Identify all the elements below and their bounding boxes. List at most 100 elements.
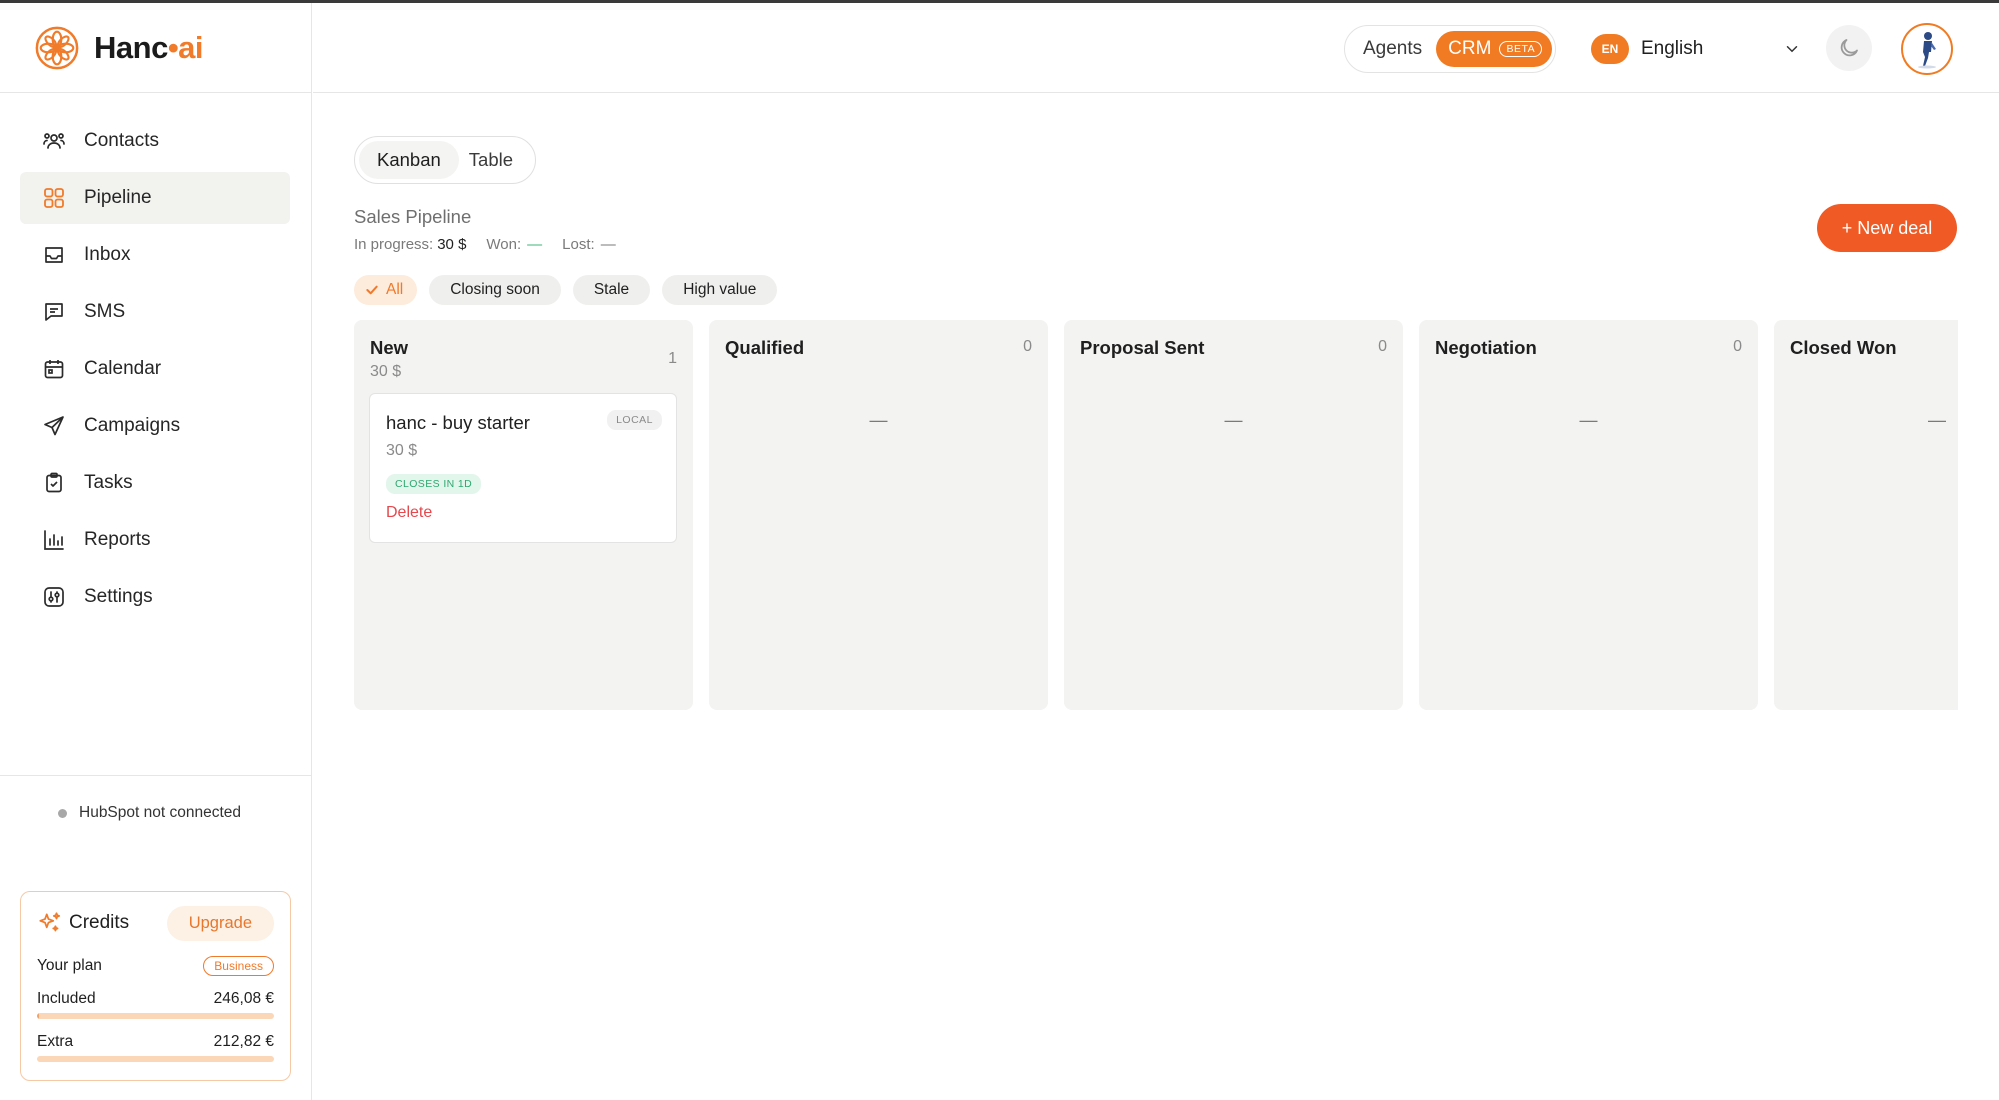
sidebar-item-settings[interactable]: Settings (20, 571, 290, 623)
included-progress-fill (37, 1013, 40, 1019)
included-label: Included (37, 990, 96, 1007)
sidebar: Hanc•ai Contacts Pipeline Inbox SMS Cale… (0, 3, 312, 1100)
hubspot-status-text: HubSpot not connected (79, 804, 242, 821)
column-title: New (370, 337, 409, 358)
brand-name: Hanc•ai (94, 29, 204, 65)
pipeline-stats: In progress: 30 $ Won: — Lost: — (354, 236, 616, 253)
lost-label: Lost: (562, 236, 595, 253)
won-value: — (527, 236, 543, 253)
lost-value: — (600, 236, 616, 253)
column-empty: — (1579, 410, 1598, 430)
column-count: 0 (1023, 338, 1032, 355)
sidebar-item-label: Inbox (84, 244, 131, 265)
tab-table[interactable]: Table (459, 141, 531, 179)
user-avatar[interactable] (1901, 23, 1953, 75)
sidebar-item-label: SMS (84, 301, 126, 322)
column-empty: — (1224, 410, 1243, 430)
filter-all[interactable]: All (354, 275, 418, 305)
column-count: 0 (1378, 338, 1387, 355)
sidebar-item-label: Reports (84, 529, 151, 550)
sidebar-item-label: Contacts (84, 130, 159, 151)
chevron-down-icon (1786, 46, 1798, 53)
main-content: Kanban Table Sales Pipeline In progress:… (313, 94, 1999, 1100)
sidebar-item-label: Pipeline (84, 187, 152, 208)
moon-icon (1840, 39, 1858, 57)
credits-title: Credits (69, 912, 130, 933)
filter-closing-soon[interactable]: Closing soon (429, 275, 561, 305)
page-title: Sales Pipeline (354, 206, 472, 227)
beta-badge: BETA (1499, 41, 1543, 57)
tasks-icon (46, 472, 62, 493)
sidebar-nav: Contacts Pipeline Inbox SMS Calendar Cam… (20, 115, 290, 628)
delete-deal-link[interactable]: Delete (386, 504, 432, 522)
in-progress-label: In progress: (354, 236, 434, 253)
mode-switch: Agents CRM BETA (1344, 25, 1556, 73)
plan-label: Your plan (37, 957, 102, 974)
mode-agents-tab[interactable]: Agents (1349, 38, 1436, 60)
extra-value: 212,82 € (213, 1033, 274, 1050)
reports-icon (44, 530, 64, 550)
filter-high-value[interactable]: High value (662, 275, 778, 305)
sidebar-item-calendar[interactable]: Calendar (20, 343, 290, 395)
column-title: Qualified (725, 337, 805, 358)
brand[interactable]: Hanc•ai (0, 3, 311, 93)
filter-label: All (386, 281, 404, 298)
included-progress-bar (37, 1013, 274, 1019)
view-switch: Kanban Table (354, 136, 537, 184)
column-empty: — (1928, 410, 1946, 430)
mode-crm-label: CRM (1448, 38, 1492, 59)
sms-icon (45, 303, 63, 321)
upgrade-button[interactable]: Upgrade (166, 905, 274, 941)
column-count: 1 (668, 350, 677, 367)
sidebar-item-sms[interactable]: SMS (20, 286, 290, 338)
kanban-column-new: New 30 $ 1 hanc - buy starter LOCAL 30 $… (354, 320, 693, 710)
kanban-board: New 30 $ 1 hanc - buy starter LOCAL 30 $… (354, 320, 1958, 710)
deal-amount: 30 $ (386, 442, 418, 459)
language-name: English (1641, 38, 1704, 59)
column-count: 0 (1733, 338, 1742, 355)
filter-chips: All Closing soon Stale High value (354, 275, 778, 305)
sidebar-item-pipeline[interactable]: Pipeline (20, 172, 290, 224)
plan-badge: Business (203, 956, 274, 976)
won-label: Won: (486, 236, 522, 253)
calendar-icon (44, 360, 64, 379)
sidebar-item-contacts[interactable]: Contacts (20, 115, 290, 167)
column-title: Proposal Sent (1080, 337, 1205, 358)
extra-label: Extra (37, 1033, 74, 1050)
sidebar-item-label: Settings (84, 586, 153, 607)
avatar-figure-icon (1918, 32, 1936, 69)
deal-card[interactable]: hanc - buy starter LOCAL 30 $ CLOSES IN … (369, 393, 677, 543)
mode-crm-tab[interactable]: CRM BETA (1436, 31, 1553, 67)
hanc-logo-icon (35, 26, 79, 69)
kanban-column-qualified: Qualified 0 — (709, 320, 1048, 710)
language-code-badge: EN (1591, 34, 1629, 64)
pipeline-icon (44, 188, 64, 208)
deal-title: hanc - buy starter (386, 412, 530, 433)
tab-kanban[interactable]: Kanban (359, 141, 459, 179)
column-title: Negotiation (1435, 337, 1537, 358)
top-header: Agents CRM BETA EN English (313, 3, 1999, 93)
sidebar-item-label: Calendar (84, 358, 162, 379)
column-title: Closed Won (1790, 337, 1897, 358)
sidebar-item-label: Campaigns (84, 415, 181, 436)
sidebar-item-label: Tasks (84, 472, 133, 493)
hubspot-status[interactable]: HubSpot not connected (0, 775, 311, 822)
sidebar-item-campaigns[interactable]: Campaigns (20, 400, 290, 452)
extra-progress-bar (37, 1056, 274, 1062)
settings-icon (44, 587, 64, 607)
contacts-icon (43, 133, 65, 149)
kanban-column-closed-won: Closed Won — (1774, 320, 1958, 710)
theme-toggle-button[interactable] (1826, 25, 1872, 71)
campaigns-icon (44, 416, 64, 436)
in-progress-value: 30 $ (437, 236, 467, 253)
new-deal-button[interactable]: + New deal (1817, 204, 1957, 252)
sidebar-item-reports[interactable]: Reports (20, 514, 290, 566)
language-select[interactable]: EN English (1591, 34, 1801, 64)
kanban-column-proposal-sent: Proposal Sent 0 — (1064, 320, 1403, 710)
closes-badge: CLOSES IN 1D (386, 474, 482, 494)
filter-stale[interactable]: Stale (572, 275, 651, 305)
sidebar-item-tasks[interactable]: Tasks (20, 457, 290, 509)
sidebar-item-inbox[interactable]: Inbox (20, 229, 290, 281)
included-value: 246,08 € (213, 990, 274, 1007)
column-sum: 30 $ (370, 363, 402, 380)
